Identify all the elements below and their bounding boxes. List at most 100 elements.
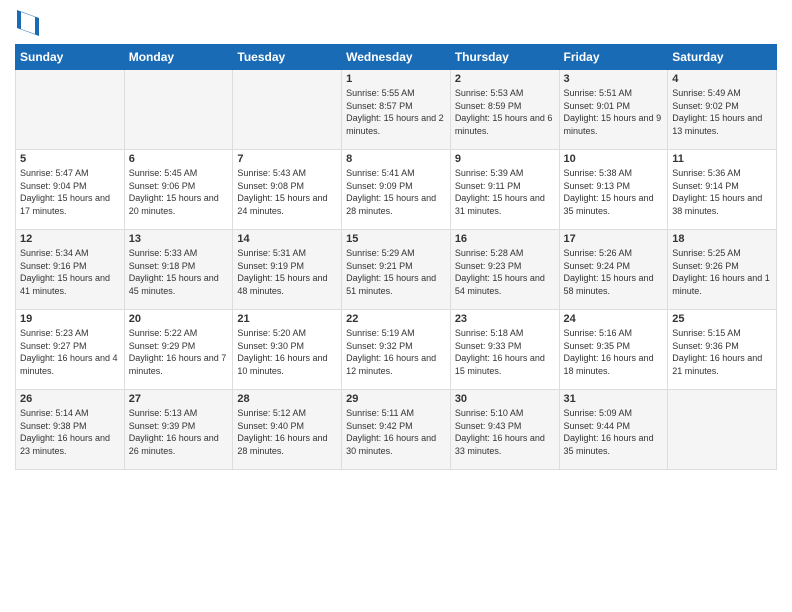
week-row: 19 Sunrise: 5:23 AM Sunset: 9:27 PM Dayli… <box>16 310 777 390</box>
day-number: 11 <box>672 153 772 165</box>
day-number: 12 <box>20 233 120 245</box>
day-number: 13 <box>129 233 229 245</box>
day-info: Sunrise: 5:55 AM Sunset: 8:57 PM Dayligh… <box>346 87 446 137</box>
day-info: Sunrise: 5:47 AM Sunset: 9:04 PM Dayligh… <box>20 167 120 217</box>
day-info: Sunrise: 5:51 AM Sunset: 9:01 PM Dayligh… <box>564 87 664 137</box>
week-row: 5 Sunrise: 5:47 AM Sunset: 9:04 PM Daylig… <box>16 150 777 230</box>
day-cell: 19 Sunrise: 5:23 AM Sunset: 9:27 PM Dayli… <box>16 310 125 390</box>
week-row: 12 Sunrise: 5:34 AM Sunset: 9:16 PM Dayli… <box>16 230 777 310</box>
day-cell: 27 Sunrise: 5:13 AM Sunset: 9:39 PM Dayli… <box>124 390 233 470</box>
day-info: Sunrise: 5:22 AM Sunset: 9:29 PM Dayligh… <box>129 327 229 377</box>
day-cell: 7 Sunrise: 5:43 AM Sunset: 9:08 PM Daylig… <box>233 150 342 230</box>
day-number: 24 <box>564 313 664 325</box>
day-cell: 10Sunrise: 5:38 AM Sunset: 9:13 PM Dayli… <box>559 150 668 230</box>
day-number: 16 <box>455 233 555 245</box>
day-info: Sunrise: 5:33 AM Sunset: 9:18 PM Dayligh… <box>129 247 229 297</box>
day-cell <box>233 70 342 150</box>
day-header: Friday <box>559 45 668 70</box>
day-number: 1 <box>346 73 446 85</box>
day-info: Sunrise: 5:19 AM Sunset: 9:32 PM Dayligh… <box>346 327 446 377</box>
day-number: 14 <box>237 233 337 245</box>
header-row: SundayMondayTuesdayWednesdayThursdayFrid… <box>16 45 777 70</box>
day-number: 27 <box>129 393 229 405</box>
day-cell: 23 Sunrise: 5:18 AM Sunset: 9:33 PM Dayli… <box>450 310 559 390</box>
day-info: Sunrise: 5:36 AM Sunset: 9:14 PM Dayligh… <box>672 167 772 217</box>
day-info: Sunrise: 5:41 AM Sunset: 9:09 PM Dayligh… <box>346 167 446 217</box>
day-cell: 21Sunrise: 5:20 AM Sunset: 9:30 PM Dayli… <box>233 310 342 390</box>
day-info: Sunrise: 5:13 AM Sunset: 9:39 PM Dayligh… <box>129 407 229 457</box>
calendar-table: SundayMondayTuesdayWednesdayThursdayFrid… <box>15 44 777 470</box>
day-cell: 4 Sunrise: 5:49 AM Sunset: 9:02 PM Daylig… <box>668 70 777 150</box>
day-header: Sunday <box>16 45 125 70</box>
week-row: 1 Sunrise: 5:55 AM Sunset: 8:57 PM Daylig… <box>16 70 777 150</box>
day-cell: 29Sunrise: 5:11 AM Sunset: 9:42 PM Dayli… <box>342 390 451 470</box>
day-info: Sunrise: 5:16 AM Sunset: 9:35 PM Dayligh… <box>564 327 664 377</box>
day-info: Sunrise: 5:43 AM Sunset: 9:08 PM Dayligh… <box>237 167 337 217</box>
day-header: Wednesday <box>342 45 451 70</box>
day-cell: 17Sunrise: 5:26 AM Sunset: 9:24 PM Dayli… <box>559 230 668 310</box>
day-number: 18 <box>672 233 772 245</box>
day-number: 19 <box>20 313 120 325</box>
day-header: Saturday <box>668 45 777 70</box>
day-header: Tuesday <box>233 45 342 70</box>
day-number: 9 <box>455 153 555 165</box>
day-cell: 9Sunrise: 5:39 AM Sunset: 9:11 PM Daylig… <box>450 150 559 230</box>
day-info: Sunrise: 5:49 AM Sunset: 9:02 PM Dayligh… <box>672 87 772 137</box>
day-cell: 11 Sunrise: 5:36 AM Sunset: 9:14 PM Dayli… <box>668 150 777 230</box>
week-row: 26 Sunrise: 5:14 AM Sunset: 9:38 PM Dayli… <box>16 390 777 470</box>
day-info: Sunrise: 5:15 AM Sunset: 9:36 PM Dayligh… <box>672 327 772 377</box>
day-number: 28 <box>237 393 337 405</box>
day-cell: 14 Sunrise: 5:31 AM Sunset: 9:19 PM Dayli… <box>233 230 342 310</box>
day-number: 8 <box>346 153 446 165</box>
day-number: 7 <box>237 153 337 165</box>
logo-icon <box>17 10 39 36</box>
day-number: 30 <box>455 393 555 405</box>
day-cell <box>16 70 125 150</box>
calendar-container: SundayMondayTuesdayWednesdayThursdayFrid… <box>0 0 792 480</box>
day-cell: 26 Sunrise: 5:14 AM Sunset: 9:38 PM Dayli… <box>16 390 125 470</box>
day-cell: 20 Sunrise: 5:22 AM Sunset: 9:29 PM Dayli… <box>124 310 233 390</box>
day-info: Sunrise: 5:45 AM Sunset: 9:06 PM Dayligh… <box>129 167 229 217</box>
day-number: 23 <box>455 313 555 325</box>
day-info: Sunrise: 5:10 AM Sunset: 9:43 PM Dayligh… <box>455 407 555 457</box>
day-cell: 24 Sunrise: 5:16 AM Sunset: 9:35 PM Dayli… <box>559 310 668 390</box>
day-number: 6 <box>129 153 229 165</box>
day-cell: 15 Sunrise: 5:29 AM Sunset: 9:21 PM Dayli… <box>342 230 451 310</box>
day-info: Sunrise: 5:29 AM Sunset: 9:21 PM Dayligh… <box>346 247 446 297</box>
day-header: Monday <box>124 45 233 70</box>
header <box>15 10 777 36</box>
day-info: Sunrise: 5:14 AM Sunset: 9:38 PM Dayligh… <box>20 407 120 457</box>
day-number: 26 <box>20 393 120 405</box>
day-cell: 12 Sunrise: 5:34 AM Sunset: 9:16 PM Dayli… <box>16 230 125 310</box>
logo <box>15 10 39 36</box>
day-info: Sunrise: 5:09 AM Sunset: 9:44 PM Dayligh… <box>564 407 664 457</box>
day-info: Sunrise: 5:18 AM Sunset: 9:33 PM Dayligh… <box>455 327 555 377</box>
day-cell: 8 Sunrise: 5:41 AM Sunset: 9:09 PM Daylig… <box>342 150 451 230</box>
day-cell: 3Sunrise: 5:51 AM Sunset: 9:01 PM Daylig… <box>559 70 668 150</box>
day-info: Sunrise: 5:25 AM Sunset: 9:26 PM Dayligh… <box>672 247 772 297</box>
day-info: Sunrise: 5:20 AM Sunset: 9:30 PM Dayligh… <box>237 327 337 377</box>
day-number: 17 <box>564 233 664 245</box>
day-cell: 30 Sunrise: 5:10 AM Sunset: 9:43 PM Dayli… <box>450 390 559 470</box>
day-cell: 31 Sunrise: 5:09 AM Sunset: 9:44 PM Dayli… <box>559 390 668 470</box>
day-info: Sunrise: 5:12 AM Sunset: 9:40 PM Dayligh… <box>237 407 337 457</box>
day-info: Sunrise: 5:34 AM Sunset: 9:16 PM Dayligh… <box>20 247 120 297</box>
day-cell <box>668 390 777 470</box>
day-number: 5 <box>20 153 120 165</box>
day-number: 4 <box>672 73 772 85</box>
day-number: 29 <box>346 393 446 405</box>
day-number: 22 <box>346 313 446 325</box>
day-number: 31 <box>564 393 664 405</box>
day-info: Sunrise: 5:23 AM Sunset: 9:27 PM Dayligh… <box>20 327 120 377</box>
day-info: Sunrise: 5:28 AM Sunset: 9:23 PM Dayligh… <box>455 247 555 297</box>
day-cell: 6 Sunrise: 5:45 AM Sunset: 9:06 PM Daylig… <box>124 150 233 230</box>
day-header: Thursday <box>450 45 559 70</box>
day-info: Sunrise: 5:38 AM Sunset: 9:13 PM Dayligh… <box>564 167 664 217</box>
day-info: Sunrise: 5:31 AM Sunset: 9:19 PM Dayligh… <box>237 247 337 297</box>
day-cell: 22 Sunrise: 5:19 AM Sunset: 9:32 PM Dayli… <box>342 310 451 390</box>
day-cell: 1 Sunrise: 5:55 AM Sunset: 8:57 PM Daylig… <box>342 70 451 150</box>
day-number: 15 <box>346 233 446 245</box>
day-cell: 13 Sunrise: 5:33 AM Sunset: 9:18 PM Dayli… <box>124 230 233 310</box>
day-cell: 28 Sunrise: 5:12 AM Sunset: 9:40 PM Dayli… <box>233 390 342 470</box>
day-number: 20 <box>129 313 229 325</box>
